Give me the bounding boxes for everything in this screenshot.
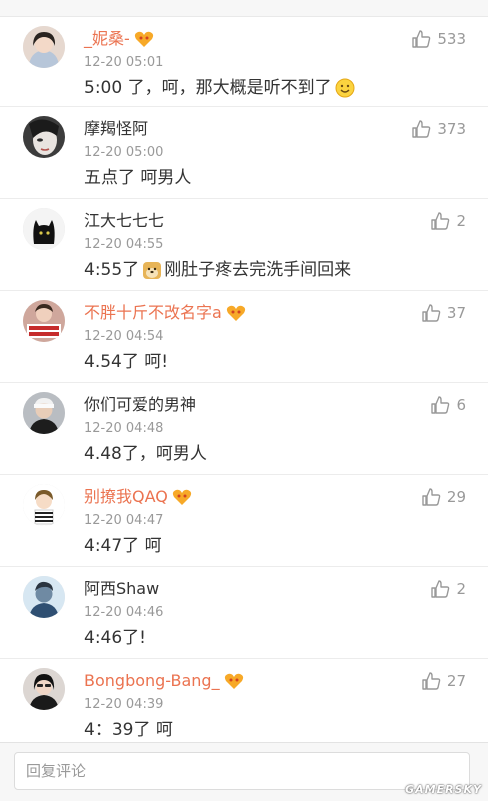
comment-text-body: 4.54了 呵! <box>84 352 169 372</box>
like-count: 2 <box>456 212 466 230</box>
comment-time: 12-20 04:48 <box>84 421 164 436</box>
like-button[interactable]: 27 <box>421 671 466 691</box>
comment-item: Bongbong-Bang_ 12-20 04:39 4：39了 呵 27 <box>0 659 488 749</box>
like-button[interactable]: 533 <box>411 29 466 49</box>
avatar[interactable] <box>23 484 65 526</box>
comment-text: 4:55了 刚肚子疼去完洗手间回来 <box>84 258 351 282</box>
username[interactable]: 江大七七七 <box>84 210 164 232</box>
username[interactable]: 不胖十斤不改名字a <box>84 302 246 324</box>
username[interactable]: 摩羯怪阿 <box>84 118 148 140</box>
avatar[interactable] <box>23 116 65 158</box>
username-text[interactable]: 别撩我QAQ <box>84 486 168 508</box>
comment-text-body: 4.48了，呵男人 <box>84 444 207 464</box>
comment-text-body: 4:47了 呵 <box>84 536 162 556</box>
comment-text-body: 5:00 了，呵，那大概是听不到了 <box>84 78 332 98</box>
comment-item: 阿西Shaw 12-20 04:46 4:46了! 2 <box>0 567 488 659</box>
vip-heart-icon <box>134 30 154 48</box>
avatar[interactable] <box>23 576 65 618</box>
like-button[interactable]: 373 <box>411 119 466 139</box>
username[interactable]: 别撩我QAQ <box>84 486 192 508</box>
comment-text: 4.54了 呵! <box>84 350 168 374</box>
username-text[interactable]: 江大七七七 <box>84 210 164 232</box>
like-count: 27 <box>446 672 466 690</box>
username-text[interactable]: Bongbong-Bang_ <box>84 670 220 692</box>
vip-heart-icon <box>224 672 244 690</box>
thumbs-up-icon <box>430 211 450 231</box>
like-count: 2 <box>456 580 466 598</box>
username-text[interactable]: _妮桑- <box>84 28 130 50</box>
comment-text: 五点了 呵男人 <box>84 166 191 190</box>
avatar[interactable] <box>23 300 65 342</box>
watermark: GAMERSKY <box>405 783 482 796</box>
username-text[interactable]: 不胖十斤不改名字a <box>84 302 222 324</box>
username-text[interactable]: 阿西Shaw <box>84 578 159 600</box>
like-button[interactable]: 37 <box>421 303 466 323</box>
comment-text: 4：39了 呵 <box>84 718 173 742</box>
comment-text: 4:47了 呵 <box>84 534 162 558</box>
comment-text-body: 4:46了! <box>84 628 146 648</box>
username[interactable]: Bongbong-Bang_ <box>84 670 244 692</box>
like-count: 37 <box>446 304 466 322</box>
avatar[interactable] <box>23 668 65 710</box>
like-count: 29 <box>446 488 466 506</box>
comment-time: 12-20 04:54 <box>84 329 164 344</box>
vip-heart-icon <box>226 304 246 322</box>
thumbs-up-icon <box>411 29 431 49</box>
comment-item: 你们可爱的男神 12-20 04:48 4.48了，呵男人 6 <box>0 383 488 475</box>
like-button[interactable]: 2 <box>430 579 466 599</box>
vip-heart-icon <box>172 488 192 506</box>
like-count: 373 <box>437 120 466 138</box>
like-count: 6 <box>456 396 466 414</box>
comment-item: 别撩我QAQ 12-20 04:47 4:47了 呵 29 <box>0 475 488 567</box>
comment-item: 江大七七七 12-20 04:55 4:55了 刚肚子疼去完洗手间回来 2 <box>0 199 488 291</box>
thumbs-up-icon <box>421 671 441 691</box>
username[interactable]: 你们可爱的男神 <box>84 394 196 416</box>
username-text[interactable]: 摩羯怪阿 <box>84 118 148 140</box>
comment-text-body: 刚肚子疼去完洗手间回来 <box>164 260 352 280</box>
thumbs-up-icon <box>411 119 431 139</box>
username-text[interactable]: 你们可爱的男神 <box>84 394 196 416</box>
reply-comment-input[interactable] <box>14 752 470 790</box>
username[interactable]: _妮桑- <box>84 28 154 50</box>
thumbs-up-icon <box>430 395 450 415</box>
comment-item: 摩羯怪阿 12-20 05:00 五点了 呵男人 373 <box>0 107 488 199</box>
like-count: 533 <box>437 30 466 48</box>
comment-text-prefix: 4:55了 <box>84 260 140 280</box>
top-strip <box>0 0 488 17</box>
comment-text-body: 4：39了 呵 <box>84 720 173 740</box>
username[interactable]: 阿西Shaw <box>84 578 159 600</box>
comment-text: 5:00 了，呵，那大概是听不到了 <box>84 76 357 100</box>
comment-item: 不胖十斤不改名字a 12-20 04:54 4.54了 呵! 37 <box>0 291 488 383</box>
comment-text: 4:46了! <box>84 626 146 650</box>
comment-text-body: 五点了 呵男人 <box>84 168 192 188</box>
thumbs-up-icon <box>430 579 450 599</box>
smile-emoji-icon <box>335 78 355 98</box>
avatar[interactable] <box>23 392 65 434</box>
comment-text: 4.48了，呵男人 <box>84 442 207 466</box>
comment-time: 12-20 04:46 <box>84 605 164 620</box>
comment-time: 12-20 05:01 <box>84 55 164 70</box>
comment-time: 12-20 04:39 <box>84 697 164 712</box>
thumbs-up-icon <box>421 303 441 323</box>
like-button[interactable]: 6 <box>430 395 466 415</box>
comment-time: 12-20 05:00 <box>84 145 164 160</box>
comment-time: 12-20 04:55 <box>84 237 164 252</box>
like-button[interactable]: 2 <box>430 211 466 231</box>
comment-time: 12-20 04:47 <box>84 513 164 528</box>
comment-list: _妮桑- 12-20 05:01 5:00 了，呵，那大概是听不到了 533 摩… <box>0 17 488 749</box>
avatar[interactable] <box>23 208 65 250</box>
doge-emoji-icon <box>142 260 162 280</box>
comment-item: _妮桑- 12-20 05:01 5:00 了，呵，那大概是听不到了 533 <box>0 17 488 107</box>
like-button[interactable]: 29 <box>421 487 466 507</box>
thumbs-up-icon <box>421 487 441 507</box>
avatar[interactable] <box>23 26 65 68</box>
